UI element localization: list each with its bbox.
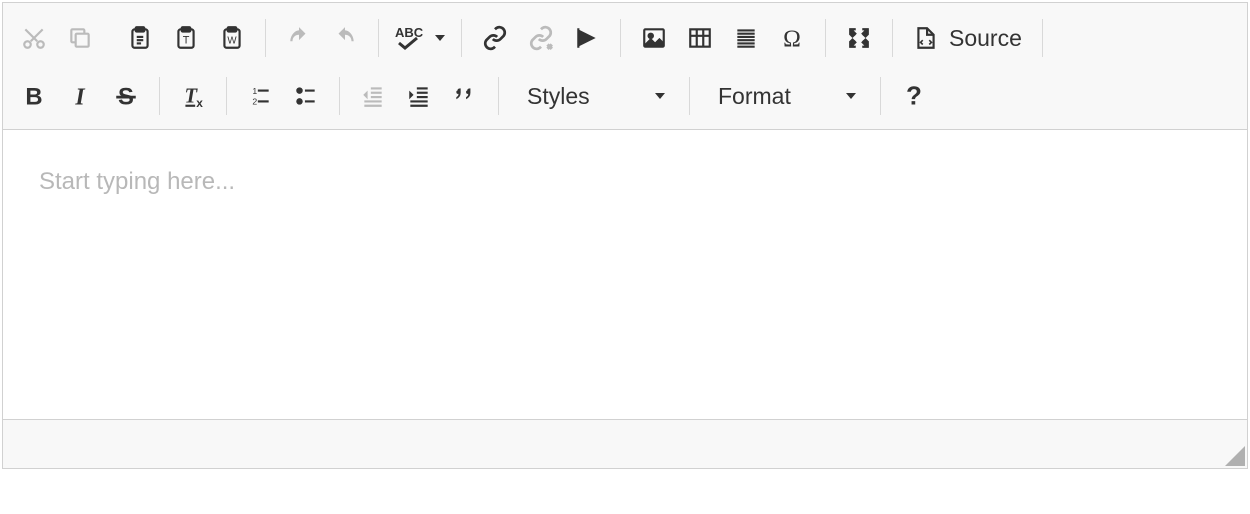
link-button[interactable] xyxy=(472,15,518,61)
paste-word-icon: W xyxy=(219,25,245,51)
italic-icon: I xyxy=(67,83,93,109)
chevron-down-icon xyxy=(655,93,665,99)
link-icon xyxy=(482,25,508,51)
chevron-down-icon xyxy=(435,35,445,41)
editor-content-area[interactable]: Start typing here... xyxy=(3,130,1247,420)
svg-text:ABC: ABC xyxy=(395,25,424,40)
separator xyxy=(461,19,462,57)
svg-text:W: W xyxy=(227,35,237,46)
source-button[interactable]: Source xyxy=(903,15,1032,61)
spellcheck-icon: ABC xyxy=(395,25,429,51)
editor-placeholder: Start typing here... xyxy=(39,168,235,195)
indent-button[interactable] xyxy=(396,73,442,119)
strikethrough-icon: S xyxy=(113,83,139,109)
source-icon xyxy=(913,25,939,51)
source-label: Source xyxy=(949,25,1022,52)
svg-text:T: T xyxy=(183,34,190,46)
copy-icon xyxy=(67,25,93,51)
svg-text:2: 2 xyxy=(252,97,257,107)
bulleted-list-icon xyxy=(293,83,319,109)
separator xyxy=(825,19,826,57)
svg-text:B: B xyxy=(25,84,42,109)
remove-format-button[interactable]: T x xyxy=(170,73,216,119)
image-button[interactable] xyxy=(631,15,677,61)
spellcheck-button[interactable]: ABC xyxy=(389,15,451,61)
numbered-list-button[interactable]: 1 2 xyxy=(237,73,283,119)
bold-icon: B xyxy=(21,83,47,109)
italic-button[interactable]: I xyxy=(57,73,103,119)
chevron-down-icon xyxy=(846,93,856,99)
maximize-icon xyxy=(846,25,872,51)
bold-button[interactable]: B xyxy=(11,73,57,119)
editor-toolbar: T W xyxy=(3,3,1247,130)
styles-label: Styles xyxy=(527,83,590,110)
format-label: Format xyxy=(718,83,791,110)
editor-footer xyxy=(3,420,1247,468)
about-icon: ? xyxy=(901,83,927,109)
about-button[interactable]: ? xyxy=(891,73,937,119)
bulleted-list-button[interactable] xyxy=(283,73,329,119)
anchor-button[interactable] xyxy=(564,15,610,61)
paste-text-icon: T xyxy=(173,25,199,51)
separator xyxy=(498,77,499,115)
strikethrough-button[interactable]: S xyxy=(103,73,149,119)
copy-button[interactable] xyxy=(57,15,103,61)
horizontal-rule-button[interactable] xyxy=(723,15,769,61)
paste-button[interactable] xyxy=(117,15,163,61)
svg-text:1: 1 xyxy=(252,86,257,96)
redo-icon xyxy=(332,25,358,51)
numbered-list-icon: 1 2 xyxy=(247,83,273,109)
resize-handle[interactable] xyxy=(1225,446,1245,466)
toolbar-row-1: T W xyxy=(11,9,1239,67)
undo-button[interactable] xyxy=(276,15,322,61)
outdent-button[interactable] xyxy=(350,73,396,119)
paste-word-button[interactable]: W xyxy=(209,15,255,61)
separator xyxy=(378,19,379,57)
svg-text:x: x xyxy=(196,96,203,109)
table-icon xyxy=(687,25,713,51)
separator xyxy=(620,19,621,57)
format-combo[interactable]: Format xyxy=(700,76,870,116)
undo-icon xyxy=(286,25,312,51)
table-button[interactable] xyxy=(677,15,723,61)
svg-text:?: ? xyxy=(906,83,922,109)
unlink-icon xyxy=(528,25,554,51)
cut-icon xyxy=(21,25,47,51)
blockquote-button[interactable] xyxy=(442,73,488,119)
toolbar-row-2: B I S T x xyxy=(11,67,1239,125)
paste-icon xyxy=(127,25,153,51)
svg-text:Ω: Ω xyxy=(783,27,801,51)
indent-icon xyxy=(406,83,432,109)
remove-format-icon: T x xyxy=(180,83,206,109)
separator xyxy=(339,77,340,115)
horizontal-rule-icon xyxy=(733,25,759,51)
svg-text:I: I xyxy=(74,85,85,109)
separator xyxy=(880,77,881,115)
cut-button[interactable] xyxy=(11,15,57,61)
special-char-icon: Ω xyxy=(779,25,805,51)
separator xyxy=(892,19,893,57)
separator xyxy=(226,77,227,115)
rich-text-editor: T W xyxy=(2,2,1248,469)
separator xyxy=(265,19,266,57)
image-icon xyxy=(641,25,667,51)
unlink-button[interactable] xyxy=(518,15,564,61)
outdent-icon xyxy=(360,83,386,109)
separator xyxy=(689,77,690,115)
anchor-icon xyxy=(574,25,600,51)
separator xyxy=(1042,19,1043,57)
styles-combo[interactable]: Styles xyxy=(509,76,679,116)
paste-text-button[interactable]: T xyxy=(163,15,209,61)
blockquote-icon xyxy=(452,83,478,109)
special-char-button[interactable]: Ω xyxy=(769,15,815,61)
separator xyxy=(159,77,160,115)
maximize-button[interactable] xyxy=(836,15,882,61)
redo-button[interactable] xyxy=(322,15,368,61)
